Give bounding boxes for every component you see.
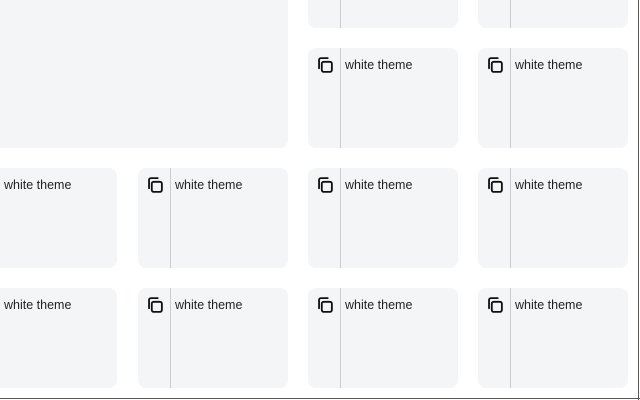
theme-card[interactable]: white theme (478, 168, 628, 268)
window-border-right (638, 0, 639, 400)
theme-name: white theme (4, 298, 72, 312)
card-divider (510, 168, 511, 268)
card-divider (510, 48, 511, 148)
copy-icon[interactable] (484, 174, 506, 196)
theme-name: white theme (345, 178, 413, 192)
theme-card[interactable] (478, 0, 628, 28)
copy-icon[interactable] (484, 294, 506, 316)
card-divider (510, 288, 511, 388)
theme-card[interactable]: white theme (478, 48, 628, 148)
card-divider (170, 288, 171, 388)
theme-card[interactable]: white theme (478, 288, 628, 388)
window-border-bottom (0, 398, 640, 399)
theme-card[interactable]: white theme (0, 288, 117, 388)
copy-icon[interactable] (144, 294, 166, 316)
copy-icon[interactable] (314, 174, 336, 196)
card-divider (340, 48, 341, 148)
copy-icon[interactable] (484, 54, 506, 76)
copy-icon[interactable] (144, 174, 166, 196)
copy-icon[interactable] (314, 294, 336, 316)
theme-card[interactable] (308, 0, 458, 28)
theme-gallery: white theme white theme white theme whit… (0, 0, 640, 400)
theme-card[interactable]: white theme (308, 48, 458, 148)
card-divider (170, 168, 171, 268)
theme-name: white theme (345, 58, 413, 72)
theme-name: white theme (515, 58, 583, 72)
card-divider (340, 288, 341, 388)
card-divider (510, 0, 511, 28)
theme-name: white theme (175, 178, 243, 192)
theme-name: white theme (345, 298, 413, 312)
theme-card[interactable]: white theme (0, 168, 117, 268)
large-theme-card[interactable] (0, 0, 288, 148)
copy-icon[interactable] (314, 54, 336, 76)
card-divider (340, 168, 341, 268)
theme-card[interactable]: white theme (138, 288, 288, 388)
theme-card[interactable]: white theme (308, 288, 458, 388)
theme-card[interactable]: white theme (138, 168, 288, 268)
theme-name: white theme (4, 178, 72, 192)
theme-card[interactable]: white theme (308, 168, 458, 268)
theme-name: white theme (515, 298, 583, 312)
card-divider (340, 0, 341, 28)
theme-name: white theme (175, 298, 243, 312)
theme-name: white theme (515, 178, 583, 192)
